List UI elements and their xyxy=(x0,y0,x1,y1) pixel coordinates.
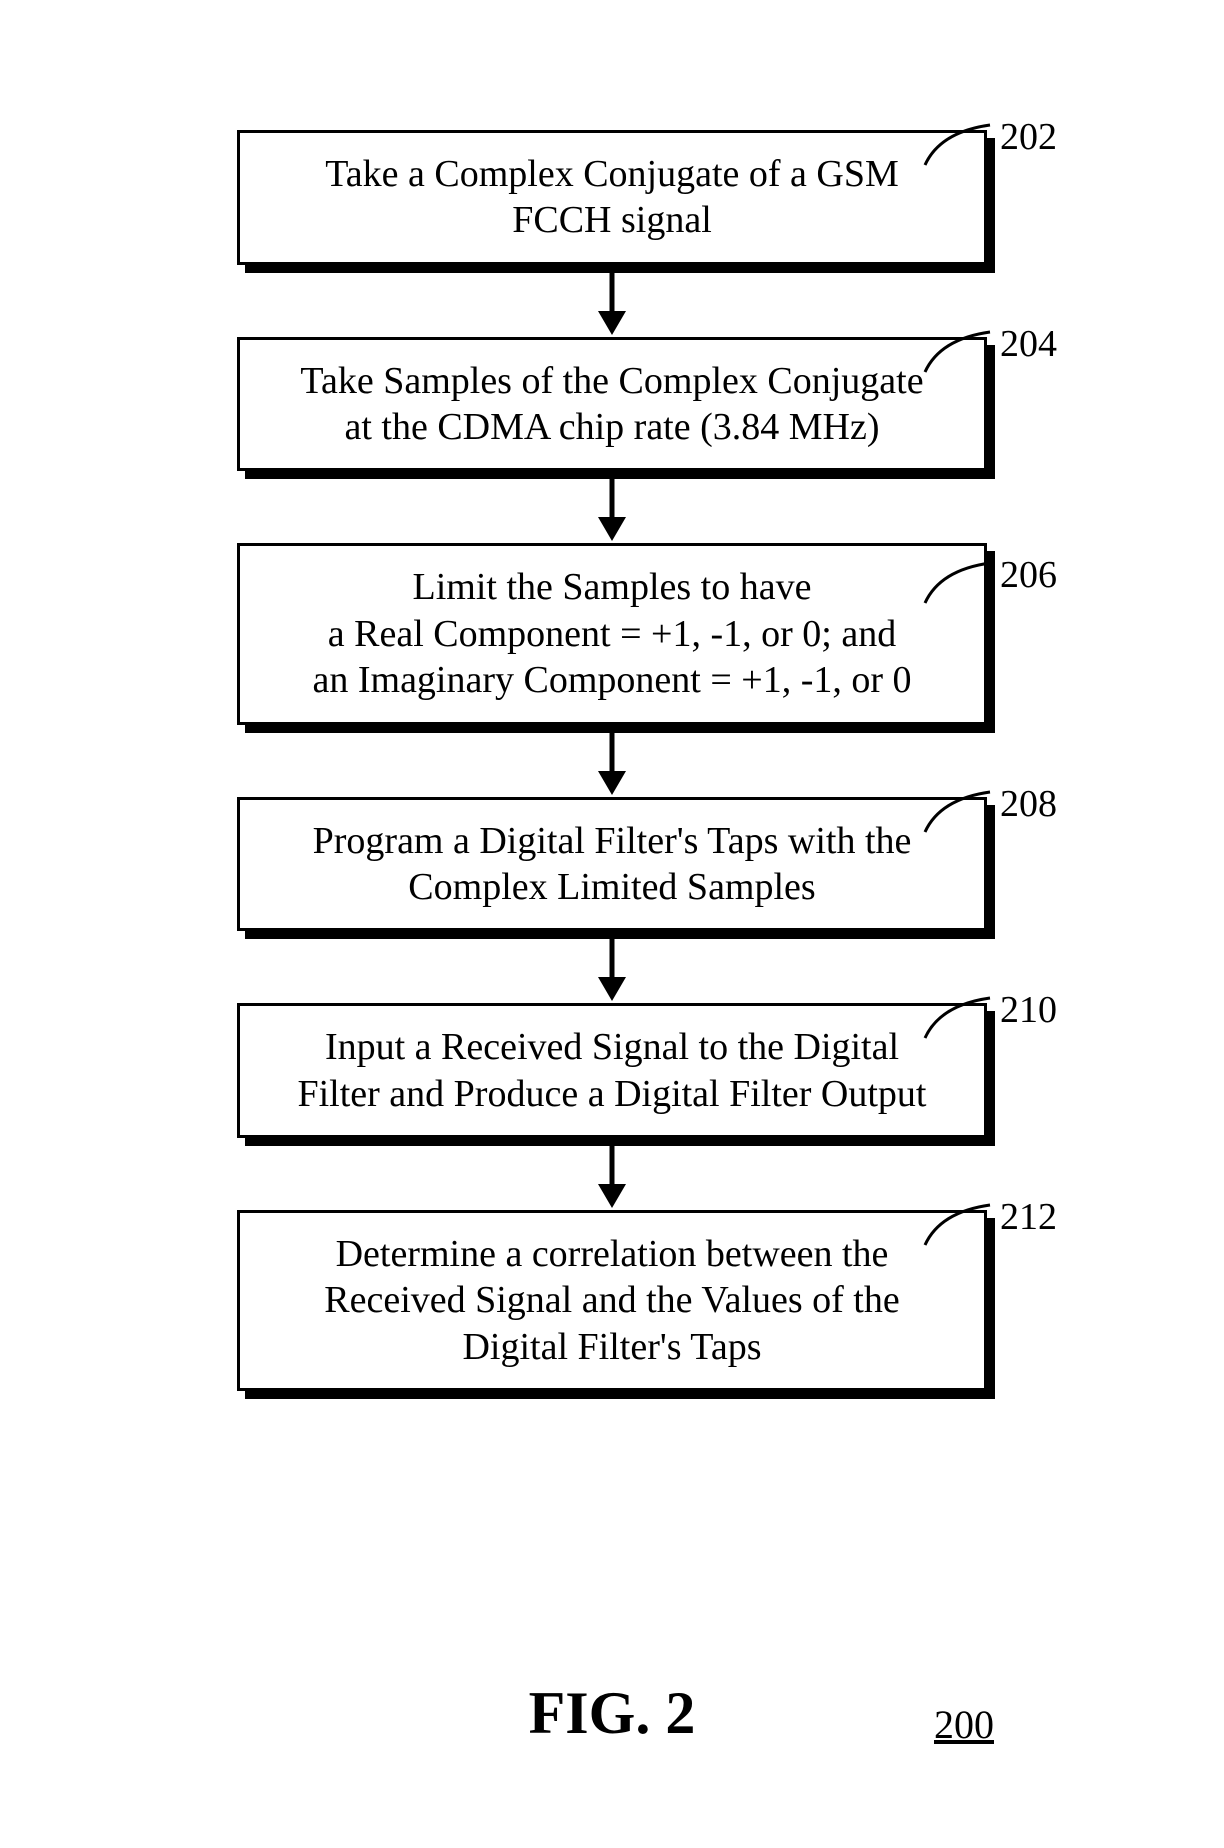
box-content: Input a Received Signal to the Digital F… xyxy=(237,1003,987,1138)
step-line: Complex Limited Samples xyxy=(408,864,815,910)
ref-label-210: 210 xyxy=(1000,988,1057,1032)
box-content: Limit the Samples to have a Real Compone… xyxy=(237,543,987,724)
arrow-down-icon xyxy=(592,725,632,797)
leader-line-icon xyxy=(920,787,1000,837)
leader-line-icon xyxy=(920,120,1000,170)
ref-label-212: 212 xyxy=(1000,1195,1057,1239)
step-line: Input a Received Signal to the Digital xyxy=(325,1024,899,1070)
flowchart: Take a Complex Conjugate of a GSM FCCH s… xyxy=(0,130,1224,1391)
step-box-208: Program a Digital Filter's Taps with the… xyxy=(237,797,987,932)
arrow-down-icon xyxy=(592,471,632,543)
arrow-down-icon xyxy=(592,1138,632,1210)
step-line: a Real Component = +1, -1, or 0; and xyxy=(328,611,896,657)
step-wrap-202: Take a Complex Conjugate of a GSM FCCH s… xyxy=(0,130,1224,265)
figure-title: FIG. 2 xyxy=(529,1680,696,1746)
box-content: Take Samples of the Complex Conjugate at… xyxy=(237,337,987,472)
step-box-210: Input a Received Signal to the Digital F… xyxy=(237,1003,987,1138)
leader-line-icon xyxy=(920,327,1000,377)
step-box-206: Limit the Samples to have a Real Compone… xyxy=(237,543,987,724)
step-line: Take a Complex Conjugate of a GSM xyxy=(325,151,899,197)
step-line: Determine a correlation between the xyxy=(336,1231,889,1277)
ref-label-202: 202 xyxy=(1000,115,1057,159)
step-box-212: Determine a correlation between the Rece… xyxy=(237,1210,987,1391)
ref-label-206: 206 xyxy=(1000,553,1057,597)
ref-label-208: 208 xyxy=(1000,782,1057,826)
ref-label-204: 204 xyxy=(1000,322,1057,366)
step-line: an Imaginary Component = +1, -1, or 0 xyxy=(312,657,911,703)
step-line: FCCH signal xyxy=(512,197,712,243)
leader-line-icon xyxy=(920,993,1000,1043)
arrow-down-icon xyxy=(592,931,632,1003)
step-box-204: Take Samples of the Complex Conjugate at… xyxy=(237,337,987,472)
step-wrap-204: Take Samples of the Complex Conjugate at… xyxy=(0,337,1224,472)
box-content: Program a Digital Filter's Taps with the… xyxy=(237,797,987,932)
figure-number: 200 xyxy=(934,1701,994,1748)
figure-footer: FIG. 2 200 xyxy=(0,1679,1224,1748)
step-box-202: Take a Complex Conjugate of a GSM FCCH s… xyxy=(237,130,987,265)
step-wrap-206: Limit the Samples to have a Real Compone… xyxy=(0,543,1224,724)
step-line: Take Samples of the Complex Conjugate xyxy=(300,358,923,404)
step-line: Limit the Samples to have xyxy=(413,564,812,610)
step-wrap-210: Input a Received Signal to the Digital F… xyxy=(0,1003,1224,1138)
arrow-down-icon xyxy=(592,265,632,337)
step-wrap-212: Determine a correlation between the Rece… xyxy=(0,1210,1224,1391)
leader-line-icon xyxy=(920,558,1000,608)
step-line: at the CDMA chip rate (3.84 MHz) xyxy=(344,404,879,450)
step-wrap-208: Program a Digital Filter's Taps with the… xyxy=(0,797,1224,932)
box-content: Take a Complex Conjugate of a GSM FCCH s… xyxy=(237,130,987,265)
step-line: Filter and Produce a Digital Filter Outp… xyxy=(297,1071,926,1117)
leader-line-icon xyxy=(920,1200,1000,1250)
box-content: Determine a correlation between the Rece… xyxy=(237,1210,987,1391)
step-line: Received Signal and the Values of the xyxy=(324,1277,899,1323)
step-line: Digital Filter's Taps xyxy=(462,1324,761,1370)
step-line: Program a Digital Filter's Taps with the xyxy=(313,818,912,864)
